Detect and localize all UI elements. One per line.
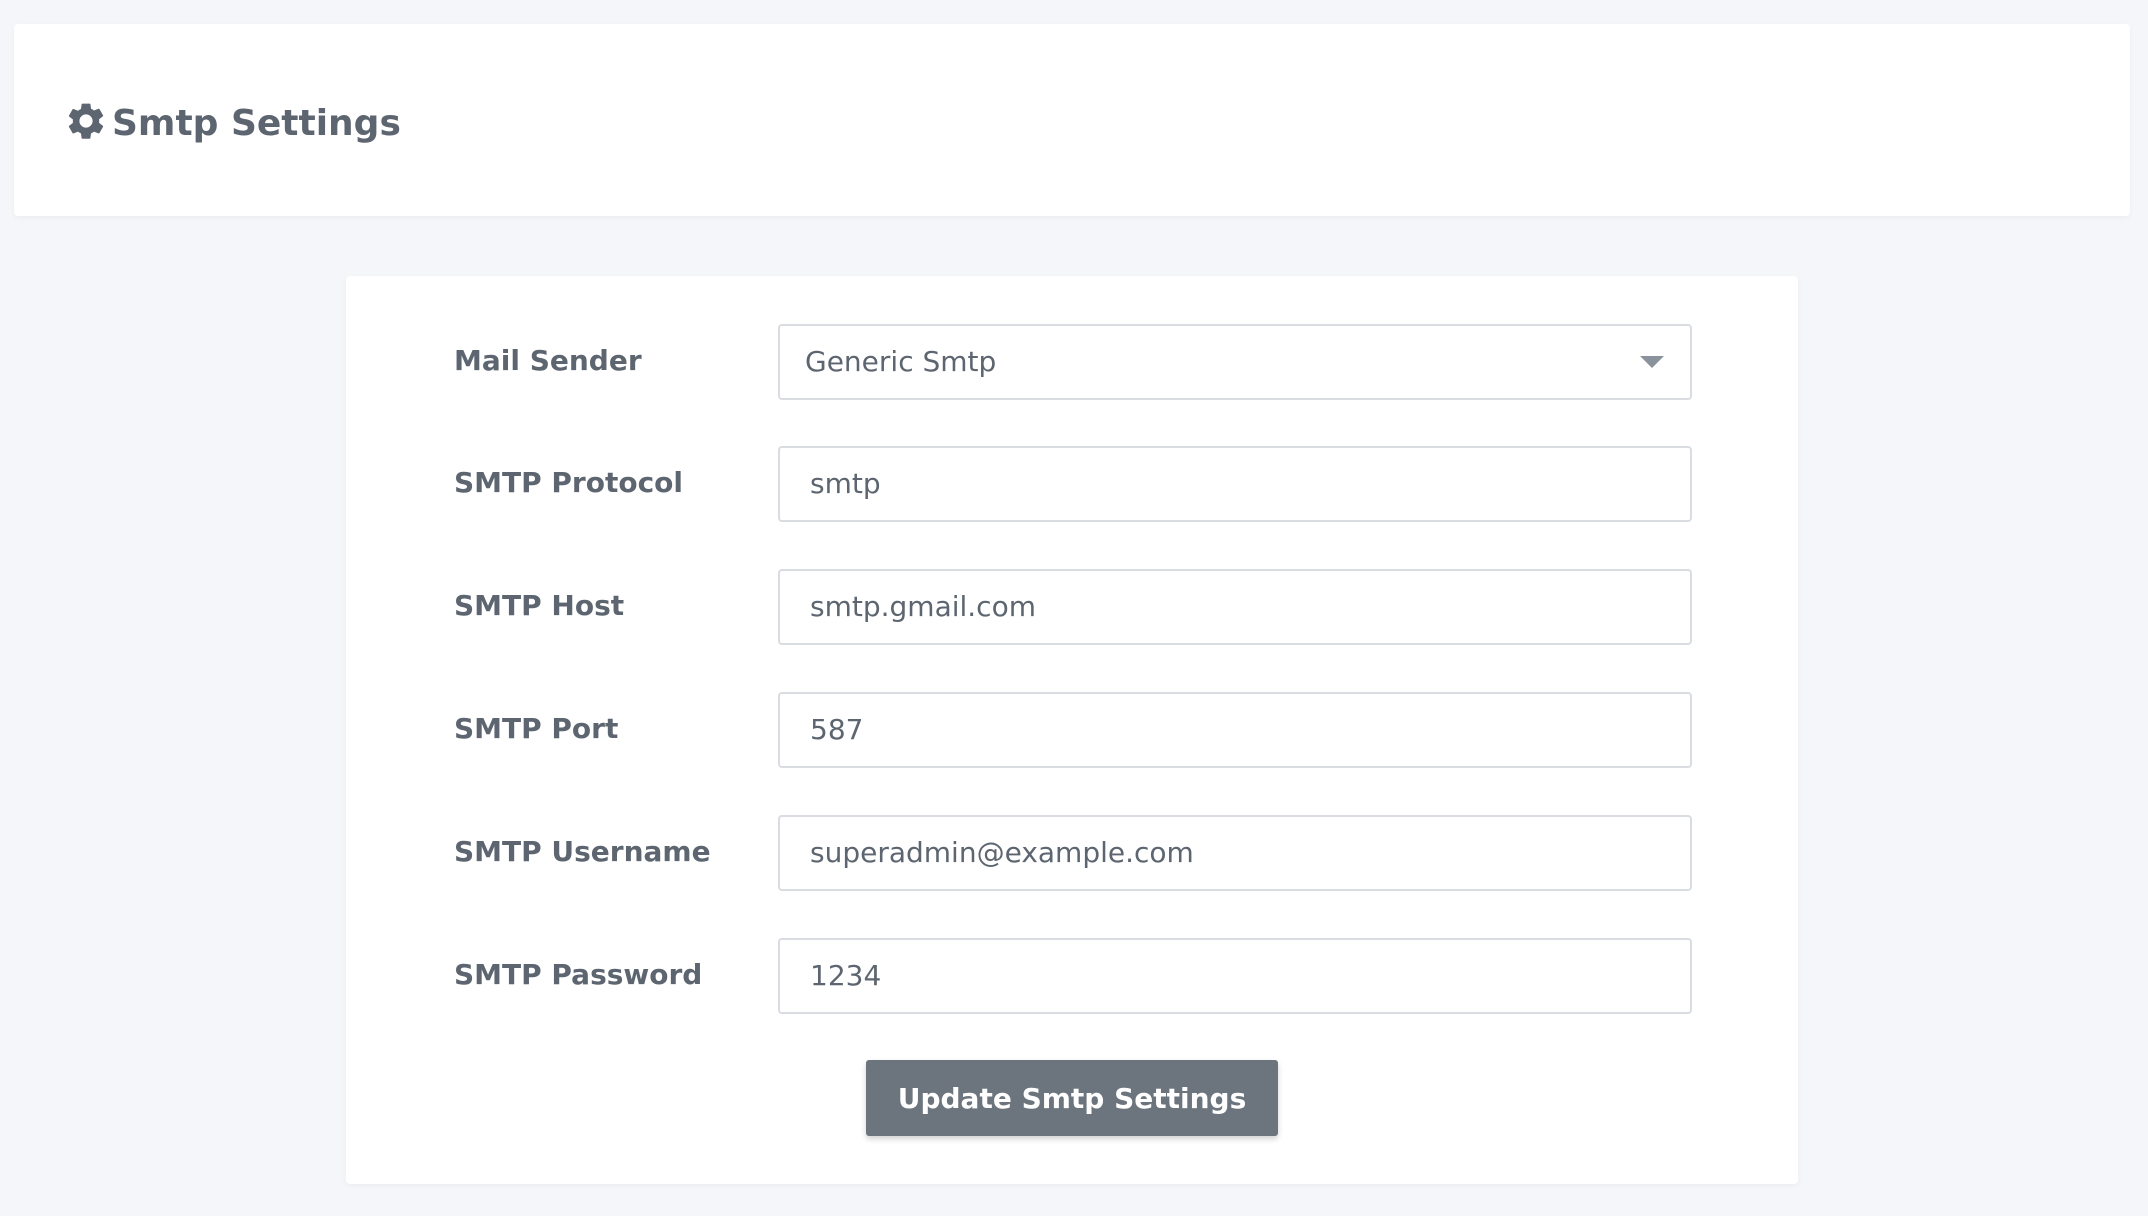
smtp-settings-form: Mail Sender Generic Smtp SMTP Protocol S… — [346, 276, 1798, 1184]
mail-sender-selected-value: Generic Smtp — [805, 345, 997, 378]
smtp-host-field-wrapper — [778, 569, 1692, 645]
mail-sender-select[interactable]: Generic Smtp — [778, 324, 1692, 400]
smtp-protocol-label: SMTP Protocol — [454, 466, 684, 499]
mail-sender-label: Mail Sender — [454, 344, 642, 377]
smtp-username-field-wrapper — [778, 815, 1692, 891]
page-title: Smtp Settings — [64, 96, 401, 146]
smtp-host-label: SMTP Host — [454, 589, 625, 622]
gear-icon — [64, 99, 108, 143]
smtp-username-row: SMTP Username — [346, 815, 1798, 891]
update-smtp-settings-button[interactable]: Update Smtp Settings — [866, 1060, 1278, 1136]
smtp-password-row: SMTP Password — [346, 938, 1798, 1014]
smtp-username-input[interactable] — [780, 817, 1690, 889]
smtp-port-field-wrapper — [778, 692, 1692, 768]
mail-sender-row: Mail Sender Generic Smtp — [346, 324, 1798, 400]
page-title-text: Smtp Settings — [112, 103, 401, 144]
smtp-password-field-wrapper — [778, 938, 1692, 1014]
smtp-password-input[interactable] — [780, 940, 1690, 1012]
smtp-password-label: SMTP Password — [454, 958, 703, 991]
smtp-port-input[interactable] — [780, 694, 1690, 766]
smtp-port-label: SMTP Port — [454, 712, 619, 745]
smtp-username-label: SMTP Username — [454, 835, 711, 868]
smtp-host-row: SMTP Host — [346, 569, 1798, 645]
smtp-protocol-input[interactable] — [780, 448, 1690, 520]
smtp-protocol-field-wrapper — [778, 446, 1692, 522]
smtp-protocol-row: SMTP Protocol — [346, 446, 1798, 522]
smtp-port-row: SMTP Port — [346, 692, 1798, 768]
chevron-down-icon — [1640, 356, 1664, 368]
smtp-host-input[interactable] — [780, 571, 1690, 643]
